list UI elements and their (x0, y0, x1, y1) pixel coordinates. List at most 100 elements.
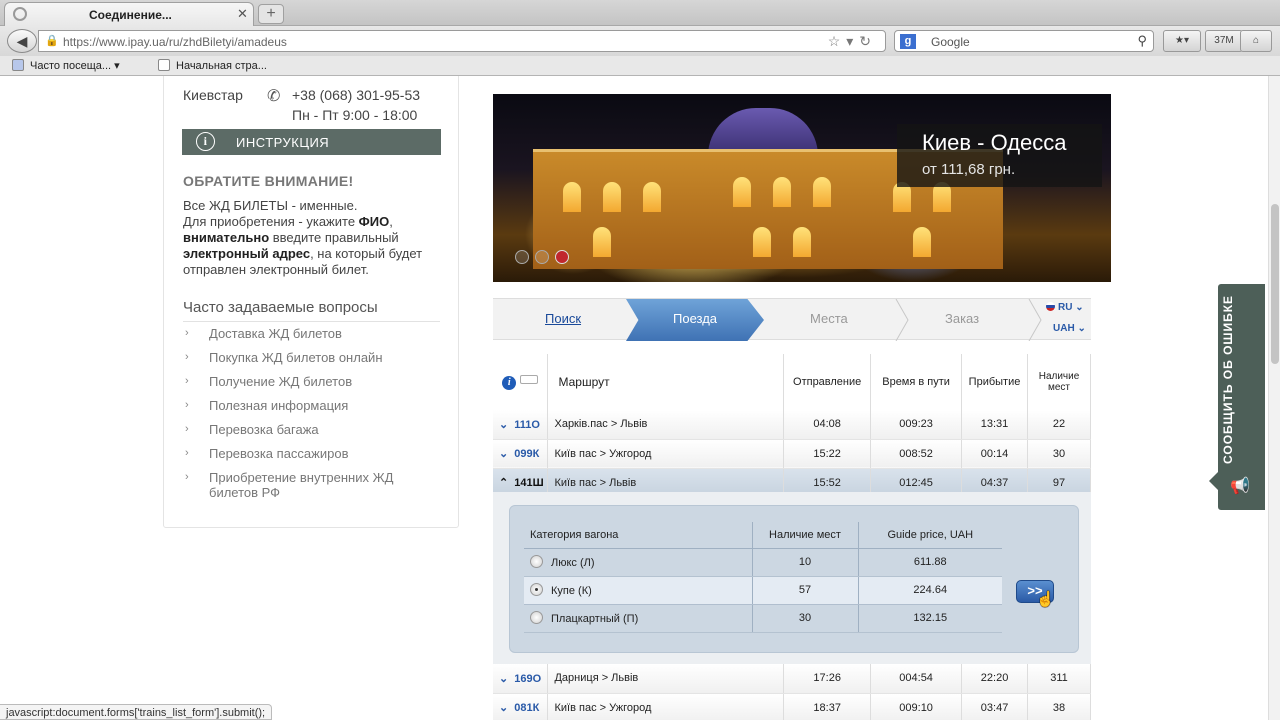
faq-link[interactable]: Получение ЖД билетов (209, 374, 352, 389)
promo-banner[interactable]: Киев - Одесса от 111,68 грн. (493, 94, 1111, 282)
bookmark-most-visited[interactable]: Часто посеща... ▾ (12, 59, 120, 72)
category-cell[interactable]: Плацкартный (П) (524, 604, 753, 633)
category-radio[interactable] (530, 555, 543, 568)
category-row[interactable]: Люкс (Л) 10 611.88 (524, 548, 1002, 577)
lit-window (813, 177, 831, 207)
google-icon[interactable]: g (900, 34, 916, 49)
sidebar: Киевстар ✆ +38 (068) 301-95-53 Пн - Пт 9… (163, 76, 459, 528)
downloads-button[interactable]: 37M (1205, 30, 1243, 52)
route-cell: Київ пас > Ужгород (547, 439, 785, 469)
duration-cell: 009:23 (870, 410, 963, 440)
train-number: 111О (514, 418, 540, 431)
category-cell[interactable]: Купе (К) (524, 575, 753, 605)
lit-window (773, 177, 791, 207)
wagon-category-panel: Категория вагона Наличие мест Guide pric… (509, 505, 1079, 653)
train-number-cell[interactable]: ⌄ 099К (493, 439, 549, 469)
report-error-tab[interactable]: СООБЩИТЬ ОБ ОШИБКЕ 📢 (1209, 284, 1265, 510)
slider-dot-active[interactable] (555, 250, 569, 264)
browser-tab[interactable]: Соединение... ✕ (4, 2, 254, 26)
navigation-bar: ◀ 🔒 https://www.ipay.ua/ru/zhdBiletyi/am… (0, 26, 1280, 56)
category-radio[interactable] (530, 611, 543, 624)
hand-cursor-icon: ☝ (1036, 591, 1055, 608)
url-text: https://www.ipay.ua/ru/zhdBiletyi/amadeu… (63, 35, 287, 49)
train-number: 169О (514, 672, 542, 685)
faq-link[interactable]: Доставка ЖД билетов (209, 326, 342, 341)
contact-phone: +38 (068) 301-95-53 (292, 87, 421, 103)
info-header: i (493, 354, 549, 410)
train-number-cell[interactable]: ⌄ 081К (493, 693, 549, 720)
tab-notch (1209, 472, 1218, 490)
faq-link[interactable]: Полезная информация (209, 398, 348, 413)
table-row[interactable]: ⌄ 081К Київ пас > Ужгород 18:37 009:10 03… (493, 693, 1091, 720)
new-tab-button[interactable]: + (258, 4, 284, 24)
close-tab-icon[interactable]: ✕ (237, 6, 248, 22)
bookmarks-menu-button[interactable]: ★▾ (1163, 30, 1201, 52)
duration-cell: 008:52 (870, 439, 963, 469)
bookmark-home-page[interactable]: Начальная стра... (158, 59, 267, 72)
lit-window (793, 227, 811, 257)
address-bar[interactable]: 🔒 https://www.ipay.ua/ru/zhdBiletyi/amad… (38, 30, 886, 52)
train-number-cell[interactable]: ⌄ 111О (493, 410, 549, 440)
bookmarks-bar: Часто посеща... ▾ Начальная стра... (0, 56, 1280, 76)
faq-item[interactable]: › Перевозка пассажиров (183, 446, 445, 461)
tab-bar: Соединение... ✕ + (0, 0, 1280, 26)
faq-item[interactable]: › Доставка ЖД билетов (183, 326, 445, 341)
lit-window (563, 182, 581, 212)
home-button[interactable]: ⌂ (1240, 30, 1272, 52)
faq-item[interactable]: › Перевозка багажа (183, 422, 445, 437)
train-number-cell[interactable]: ⌄ 169О (493, 664, 549, 694)
slider-dot[interactable] (515, 250, 529, 264)
instruction-label: ИНСТРУКЦИЯ (236, 135, 330, 150)
faq-item[interactable]: › Покупка ЖД билетов онлайн (183, 350, 445, 365)
category-radio-checked[interactable] (530, 583, 543, 596)
faq-link[interactable]: Перевозка пассажиров (209, 446, 348, 461)
departure-header: Отправление (783, 354, 872, 410)
faq-link[interactable]: Перевозка багажа (209, 422, 319, 437)
page-scrollbar[interactable] (1268, 76, 1280, 720)
category-row-selected[interactable]: Купе (К) 57 224.64 (524, 575, 1002, 605)
info-icon[interactable]: i (502, 375, 517, 390)
banner-route: Киев - Одесса (922, 130, 1067, 155)
chevron-right-icon: › (185, 471, 189, 483)
bookmark-star-icon[interactable]: ☆▾↻ (828, 33, 877, 50)
price-cell: 611.88 (858, 548, 1002, 577)
seats-cell: 38 (1027, 693, 1091, 720)
divider (183, 321, 440, 322)
chevron-right-icon: › (185, 375, 189, 387)
slider-dot[interactable] (535, 250, 549, 264)
chevron-up-icon: ⌃ (499, 477, 509, 489)
duration-cell: 004:54 (870, 664, 963, 694)
faq-link[interactable]: Приобретение внутренних ЖД билетов РФ (209, 470, 393, 500)
trains-table-continued: ⌄ 169О Дарниця > Львів 17:26 004:54 22:20… (493, 664, 1091, 720)
lit-window (603, 182, 621, 212)
banner-caption[interactable]: Киев - Одесса от 111,68 грн. (897, 124, 1102, 187)
table-row[interactable]: ⌄ 111О Харків.пас > Львів 04:08 009:23 13… (493, 410, 1091, 440)
faq-item[interactable]: › Полезная информация (183, 398, 445, 413)
train-number: 081К (514, 702, 540, 714)
seats-cell: 30 (1027, 439, 1091, 469)
instruction-button[interactable]: i ИНСТРУКЦИЯ (182, 129, 441, 155)
availability-header: Наличие мест (1027, 354, 1091, 410)
price-cell: 132.15 (858, 604, 1002, 633)
step-search[interactable]: Поиск (545, 311, 581, 326)
category-cell[interactable]: Люкс (Л) (524, 548, 753, 577)
faq-link[interactable]: Покупка ЖД билетов онлайн (209, 350, 383, 365)
scrollbar-thumb[interactable] (1271, 204, 1279, 364)
table-row[interactable]: ⌄ 169О Дарниця > Львів 17:26 004:54 22:20… (493, 664, 1091, 694)
lit-window (753, 227, 771, 257)
departure-cell: 17:26 (783, 664, 872, 694)
table-row[interactable]: ⌄ 099К Київ пас > Ужгород 15:22 008:52 00… (493, 439, 1091, 469)
seats-cell: 30 (752, 604, 859, 633)
category-row[interactable]: Плацкартный (П) 30 132.15 (524, 604, 1002, 633)
chevron-right-icon: › (185, 447, 189, 459)
back-button[interactable]: ◀ (7, 29, 37, 53)
departure-cell: 18:37 (783, 693, 872, 720)
faq-item[interactable]: › Приобретение внутренних ЖД билетов РФ (183, 470, 445, 500)
currency-select[interactable]: UAH ⌄ (1053, 323, 1086, 334)
bookmark-folder-icon (12, 59, 24, 71)
search-bar[interactable]: g Google ⚲ (894, 30, 1154, 52)
search-icon[interactable]: ⚲ (1137, 33, 1147, 49)
train-number: 099К (514, 448, 540, 460)
language-select[interactable]: RU ⌄ (1046, 302, 1084, 313)
faq-item[interactable]: › Получение ЖД билетов (183, 374, 445, 389)
